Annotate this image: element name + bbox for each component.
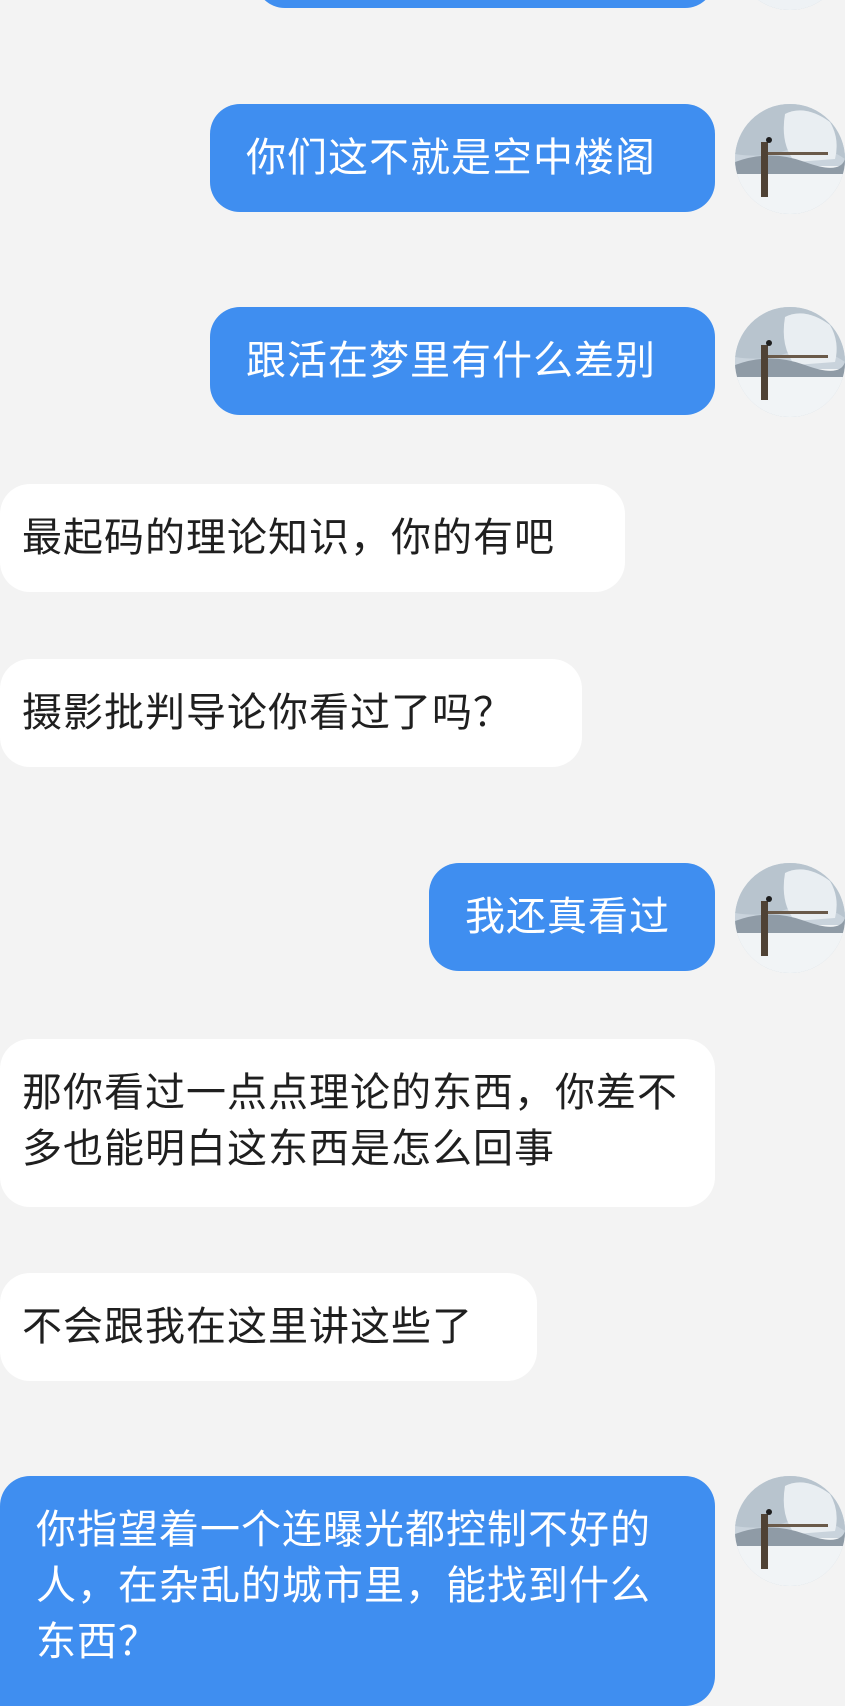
message-bubble-outgoing[interactable]: 跟活在梦里有什么差别 [210,307,715,415]
message-bubble-outgoing[interactable]: 你们这不就是空中楼阁 [210,104,715,212]
snowy-landscape-avatar-icon [735,307,845,417]
message-bubble-outgoing[interactable]: 我还真看过 [429,863,715,971]
snowy-landscape-avatar-icon [735,0,845,10]
chat-thread: 你们这不就是空中楼阁 跟活在梦里有什么差别 最起码的理论知识，你的有吧 摄影批判… [0,0,845,1706]
message-bubble-incoming[interactable]: 那你看过一点点理论的东西，你差不多也能明白这东西是怎么回事 [0,1039,715,1207]
message-bubble-partial[interactable] [255,0,715,8]
user-avatar[interactable] [735,104,845,214]
user-avatar[interactable] [735,1476,845,1586]
snowy-landscape-avatar-icon [735,104,845,214]
snowy-landscape-avatar-icon [735,1476,845,1586]
message-bubble-outgoing[interactable]: 你指望着一个连曝光都控制不好的人，在杂乱的城市里，能找到什么东西？ [0,1476,715,1706]
message-bubble-incoming[interactable]: 不会跟我在这里讲这些了 [0,1273,537,1381]
user-avatar[interactable] [735,307,845,417]
message-bubble-incoming[interactable]: 最起码的理论知识，你的有吧 [0,484,625,592]
message-bubble-incoming[interactable]: 摄影批判导论你看过了吗？ [0,659,582,767]
user-avatar[interactable] [735,863,845,973]
snowy-landscape-avatar-icon [735,863,845,973]
user-avatar[interactable] [735,0,845,10]
